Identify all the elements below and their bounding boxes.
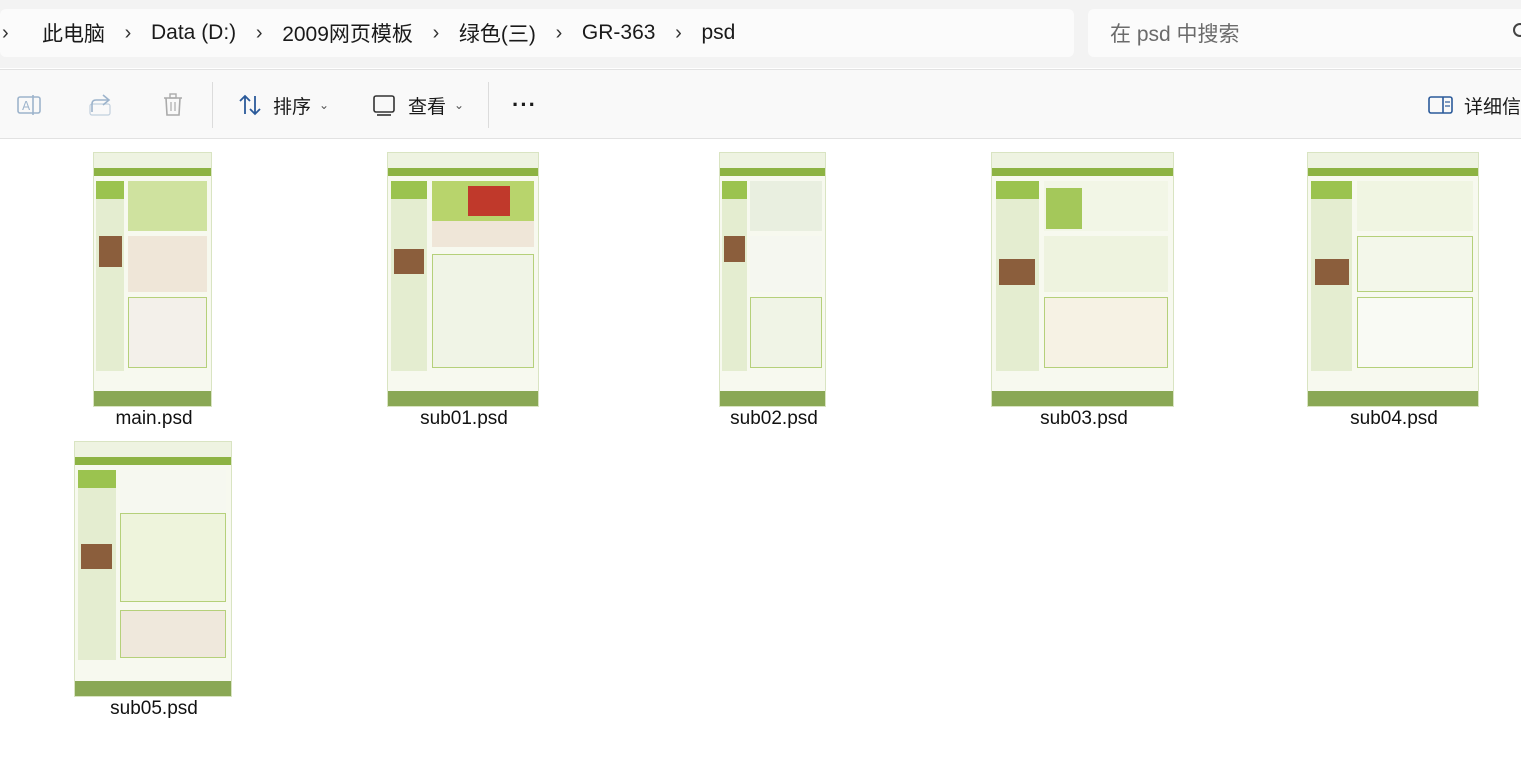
details-pane-button[interactable]: 详细信 xyxy=(1428,70,1521,140)
search-input[interactable]: 在 psd 中搜索 xyxy=(1088,9,1521,57)
chevron-right-icon[interactable]: › xyxy=(0,22,18,45)
file-name[interactable]: sub01.psd xyxy=(364,408,564,430)
file-thumbnail xyxy=(93,152,212,407)
file-thumbnail xyxy=(991,152,1174,407)
more-options-button[interactable]: ··· xyxy=(512,70,537,140)
sort-button[interactable]: 排序 ⌄ xyxy=(237,70,329,140)
search-placeholder: 在 psd 中搜索 xyxy=(1110,23,1240,46)
share-icon xyxy=(89,94,111,116)
toolbar-divider xyxy=(212,82,213,128)
breadcrumb-item-drive[interactable]: Data (D:) xyxy=(147,21,240,45)
file-name[interactable]: main.psd xyxy=(54,408,254,430)
chevron-right-icon[interactable]: › xyxy=(659,22,697,45)
breadcrumb[interactable]: › 此电脑 › Data (D:) › 2009网页模板 › 绿色(三) › G… xyxy=(0,9,1074,57)
file-name[interactable]: sub02.psd xyxy=(674,408,874,430)
file-name[interactable]: sub04.psd xyxy=(1294,408,1494,430)
details-label: 详细信 xyxy=(1464,96,1521,118)
sort-icon xyxy=(239,94,261,116)
toolbar-divider xyxy=(488,82,489,128)
trash-icon xyxy=(164,93,182,116)
chevron-down-icon: ⌄ xyxy=(454,98,465,112)
file-name[interactable]: sub05.psd xyxy=(54,698,254,720)
file-thumbnail xyxy=(719,152,826,407)
svg-text:A: A xyxy=(22,99,31,113)
chevron-right-icon[interactable]: › xyxy=(417,22,455,45)
delete-button[interactable] xyxy=(160,70,186,140)
chevron-right-icon[interactable]: › xyxy=(540,22,578,45)
breadcrumb-item-psd[interactable]: psd xyxy=(697,21,739,45)
breadcrumb-item-gr363[interactable]: GR-363 xyxy=(578,21,660,45)
view-button[interactable]: 查看 ⌄ xyxy=(372,70,464,140)
search-icon[interactable] xyxy=(1513,23,1521,37)
sort-label: 排序 xyxy=(273,96,312,118)
file-name[interactable]: sub03.psd xyxy=(984,408,1184,430)
more-icon: ··· xyxy=(512,92,537,117)
rename-icon: A xyxy=(17,95,41,115)
chevron-down-icon: ⌄ xyxy=(319,98,330,112)
breadcrumb-item-green[interactable]: 绿色(三) xyxy=(455,18,540,48)
file-grid: main.psd sub01.psd sub02.psd sub03.psd s… xyxy=(0,140,1521,784)
command-bar: A 排序 ⌄ 查看 ⌄ ··· 详细信 xyxy=(0,69,1521,139)
view-label: 查看 xyxy=(408,96,447,118)
breadcrumb-item-this-pc[interactable]: 此电脑 xyxy=(38,18,109,48)
breadcrumb-item-templates[interactable]: 2009网页模板 xyxy=(278,18,417,48)
share-button[interactable] xyxy=(88,70,114,140)
view-icon xyxy=(373,95,395,116)
file-thumbnail xyxy=(1307,152,1479,407)
file-thumbnail xyxy=(74,441,232,697)
rename-button[interactable]: A xyxy=(16,70,42,140)
details-pane-icon xyxy=(1428,96,1453,114)
chevron-right-icon[interactable]: › xyxy=(109,22,147,45)
file-thumbnail xyxy=(387,152,539,407)
address-row: › 此电脑 › Data (D:) › 2009网页模板 › 绿色(三) › G… xyxy=(0,0,1521,68)
chevron-right-icon[interactable]: › xyxy=(240,22,278,45)
